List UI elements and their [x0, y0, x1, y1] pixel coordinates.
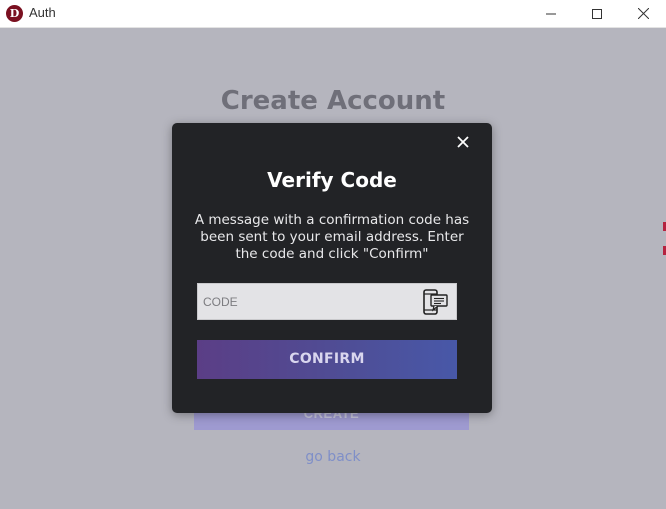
minimize-button[interactable] [528, 0, 574, 27]
create-account-title: Create Account [220, 86, 446, 116]
modal-message: A message with a confirmation code has b… [194, 212, 470, 262]
window-close-icon [637, 8, 649, 19]
maximize-icon [592, 8, 602, 19]
modal-close-button[interactable] [454, 133, 472, 151]
minimize-icon [546, 13, 556, 14]
window-title: Auth [29, 5, 56, 20]
code-input[interactable] [198, 284, 420, 319]
go-back-link: go back [305, 449, 361, 465]
confirm-button[interactable]: CONFIRM [197, 340, 457, 379]
phone-message-icon [423, 289, 448, 315]
maximize-button[interactable] [574, 0, 620, 27]
close-icon [457, 136, 469, 148]
app-logo: D [6, 5, 23, 22]
code-field [197, 283, 457, 320]
verify-code-modal: Verify Code A message with a confirmatio… [172, 123, 492, 413]
modal-title: Verify Code [267, 168, 397, 192]
window-titlebar: D Auth [0, 0, 666, 28]
window-close-button[interactable] [620, 0, 666, 27]
